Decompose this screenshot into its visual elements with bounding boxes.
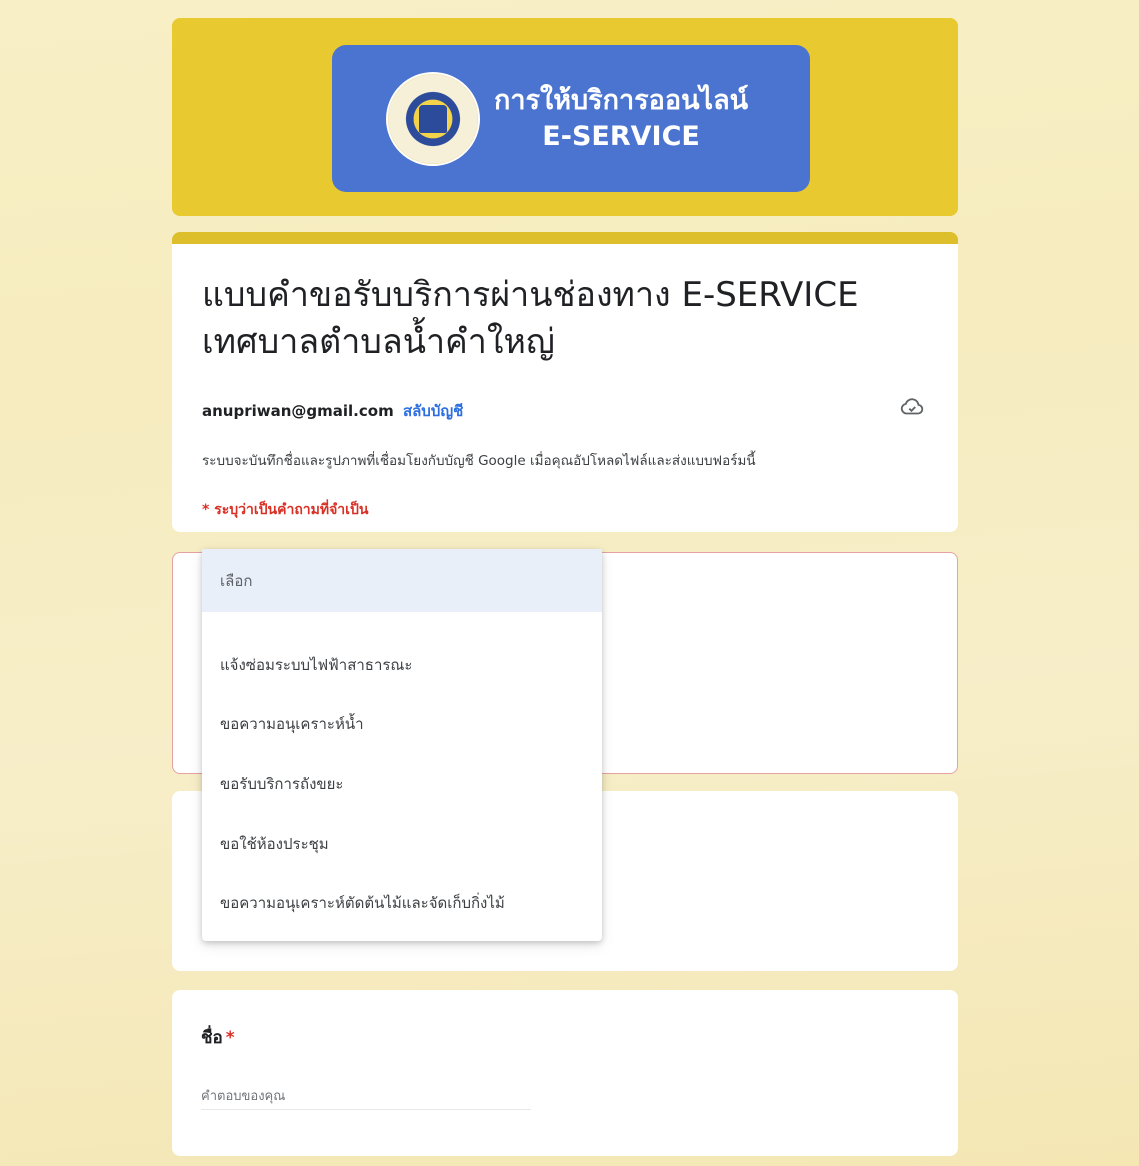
banner-line-1: การให้บริการออนไลน์ — [494, 84, 749, 116]
name-question-card: ชื่อ * — [172, 990, 958, 1156]
switch-account-link[interactable]: สลับบัญชี — [403, 402, 463, 420]
account-notice: ระบบจะบันทึกชื่อและรูปภาพที่เชื่อมโยงกับ… — [202, 453, 756, 469]
banner-logo-box: การให้บริการออนไลน์ E-SERVICE — [332, 45, 810, 192]
required-asterisk: * — [225, 1028, 235, 1048]
header-banner: การให้บริการออนไลน์ E-SERVICE — [172, 18, 958, 216]
dropdown-option[interactable]: ขอรับบริการถังขยะ — [220, 772, 344, 796]
dropdown-option[interactable]: ขอความอนุเคราะห์ตัดต้นไม้และจัดเก็บกิ่งไ… — [220, 891, 505, 915]
dropdown-option[interactable]: ขอใช้ห้องประชุม — [220, 832, 329, 856]
name-answer-input[interactable] — [201, 1084, 531, 1110]
service-dropdown-menu[interactable]: เลือก แจ้งซ่อมระบบไฟฟ้าสาธารณะ ขอความอนุ… — [202, 549, 602, 941]
banner-line-2: E-SERVICE — [542, 120, 700, 152]
banner-heading: การให้บริการออนไลน์ E-SERVICE — [494, 83, 748, 154]
cloud-saved-icon — [900, 398, 924, 415]
form-title-card: แบบคำขอรับบริการผ่านช่องทาง E-SERVICE เท… — [172, 232, 958, 532]
name-question-label: ชื่อ * — [201, 1028, 235, 1048]
form-title: แบบคำขอรับบริการผ่านช่องทาง E-SERVICE เท… — [202, 275, 859, 362]
dropdown-option-choose[interactable]: เลือก — [202, 549, 602, 612]
account-row: anupriwan@gmail.com สลับบัญชี — [202, 399, 463, 423]
dropdown-option[interactable]: ขอความอนุเคราะห์น้ำ — [220, 712, 364, 736]
required-note: * ระบุว่าเป็นคำถามที่จำเป็น — [202, 502, 369, 518]
account-email: anupriwan@gmail.com — [202, 402, 394, 420]
municipality-seal-icon — [386, 71, 480, 166]
dropdown-option[interactable]: แจ้งซ่อมระบบไฟฟ้าสาธารณะ — [220, 653, 412, 677]
